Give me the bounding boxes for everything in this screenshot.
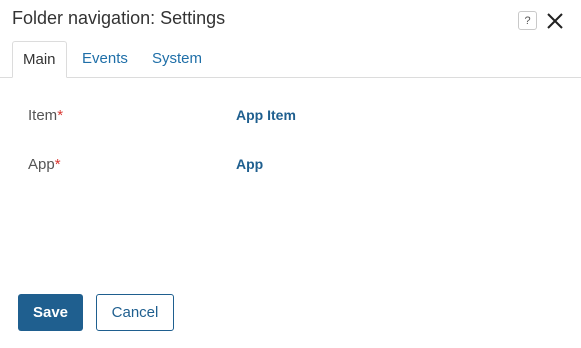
save-button[interactable]: Save [18, 294, 83, 331]
item-field-value-link[interactable]: App Item [236, 107, 296, 123]
close-button[interactable] [545, 11, 565, 31]
required-mark: * [57, 107, 64, 124]
dialog-title: Folder navigation: Settings [12, 8, 226, 28]
cancel-button[interactable]: Cancel [96, 294, 174, 331]
tab-bar: Main Events System [0, 41, 581, 78]
close-icon [547, 13, 563, 29]
required-mark: * [54, 156, 61, 173]
app-field-value-link[interactable]: App [236, 156, 263, 172]
item-label-text: Item [28, 107, 58, 124]
help-icon: ? [524, 14, 531, 27]
tab-system[interactable]: System [142, 41, 212, 78]
item-field-label: Item* [28, 107, 63, 124]
help-button[interactable]: ? [518, 11, 537, 30]
settings-dialog: Folder navigation: Settings ? Main Event… [0, 0, 581, 348]
tab-main[interactable]: Main [12, 41, 67, 78]
app-field-label: App* [28, 156, 61, 173]
app-label-text: App [28, 156, 55, 173]
tab-events[interactable]: Events [72, 41, 138, 78]
